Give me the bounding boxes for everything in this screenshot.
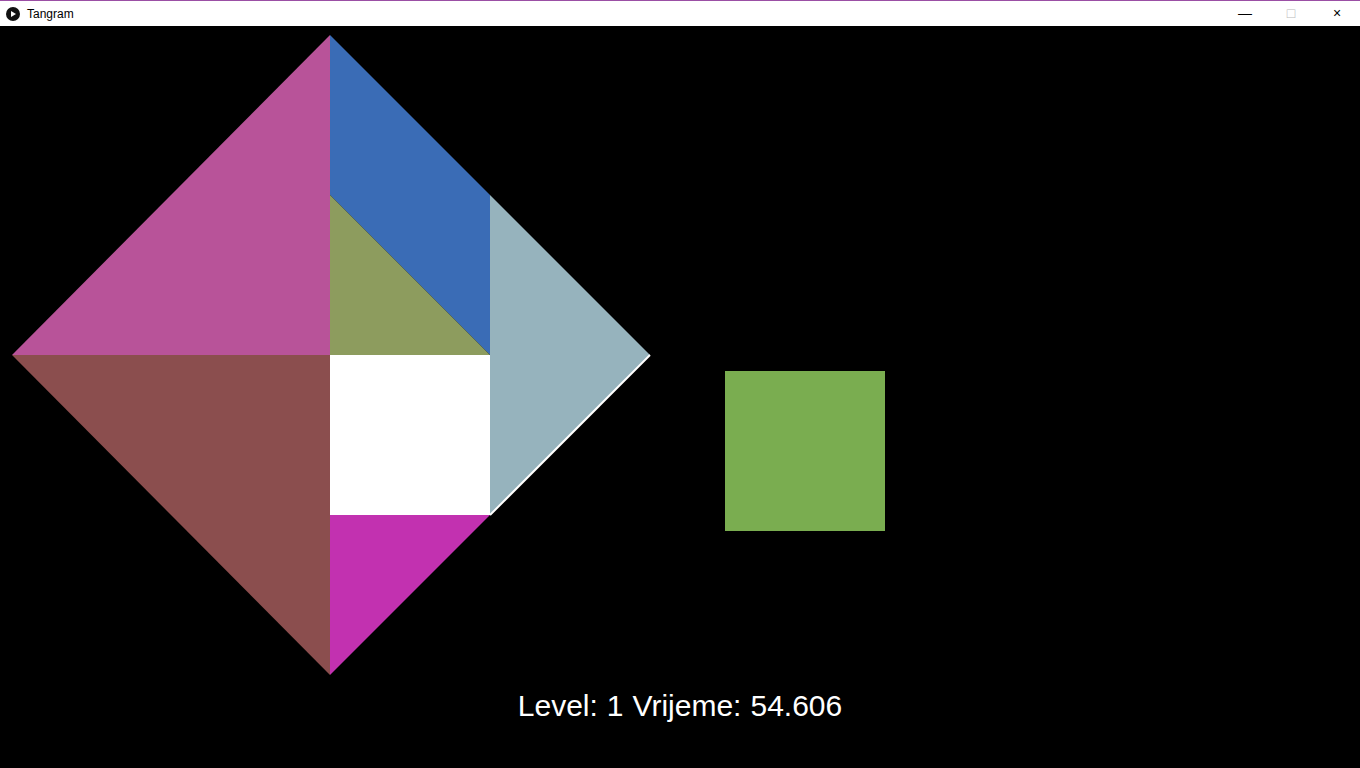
tangram-window: Tangram —□× Level:1Vrijeme:54.606 — [0, 0, 1360, 768]
level-value: 1 — [607, 686, 624, 726]
window-control-button[interactable]: — — [1222, 1, 1268, 27]
tangram-large-triangle[interactable] — [12, 35, 330, 355]
tangram-medium-triangle[interactable] — [490, 195, 650, 515]
window-title: Tangram — [27, 5, 74, 23]
window-control-button[interactable]: □ — [1268, 1, 1314, 27]
tangram-board — [0, 26, 1360, 768]
tangram-large-triangle[interactable] — [12, 355, 330, 675]
hud: Level:1Vrijeme:54.606 — [0, 686, 1360, 726]
title-bar: Tangram —□× — [0, 0, 1360, 26]
tangram-small-triangle[interactable] — [330, 515, 490, 675]
tangram-small-triangle[interactable] — [330, 195, 490, 355]
window-control-button[interactable]: × — [1314, 1, 1360, 27]
game-canvas: Level:1Vrijeme:54.606 — [0, 26, 1360, 768]
time-label: Vrijeme: — [633, 686, 742, 726]
tangram-square[interactable] — [330, 355, 490, 515]
loose-square[interactable] — [725, 371, 885, 531]
play-icon — [6, 7, 20, 21]
time-value: 54.606 — [750, 686, 842, 726]
level-label: Level: — [518, 686, 598, 726]
tangram-parallelogram[interactable] — [330, 35, 490, 355]
